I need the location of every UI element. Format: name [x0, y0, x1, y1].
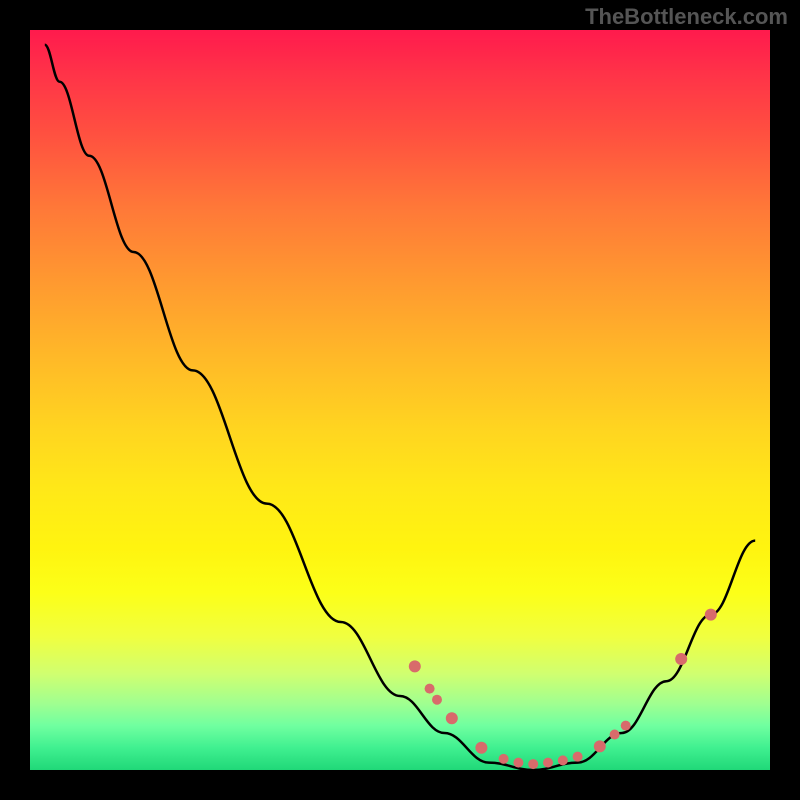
- watermark-text: TheBottleneck.com: [585, 4, 788, 30]
- data-point: [543, 758, 553, 768]
- data-point: [621, 721, 631, 731]
- data-point: [425, 684, 435, 694]
- data-point: [499, 754, 509, 764]
- data-point: [705, 609, 717, 621]
- data-point: [675, 653, 687, 665]
- data-point: [475, 742, 487, 754]
- data-point: [573, 752, 583, 762]
- data-points-group: [409, 609, 717, 769]
- data-point: [528, 759, 538, 769]
- data-point: [610, 729, 620, 739]
- chart-svg: [30, 30, 770, 770]
- chart-plot-area: [30, 30, 770, 770]
- data-point: [594, 740, 606, 752]
- data-point: [409, 660, 421, 672]
- data-point: [446, 712, 458, 724]
- data-point: [513, 758, 523, 768]
- data-point: [432, 695, 442, 705]
- data-point: [558, 755, 568, 765]
- bottleneck-curve: [45, 45, 755, 770]
